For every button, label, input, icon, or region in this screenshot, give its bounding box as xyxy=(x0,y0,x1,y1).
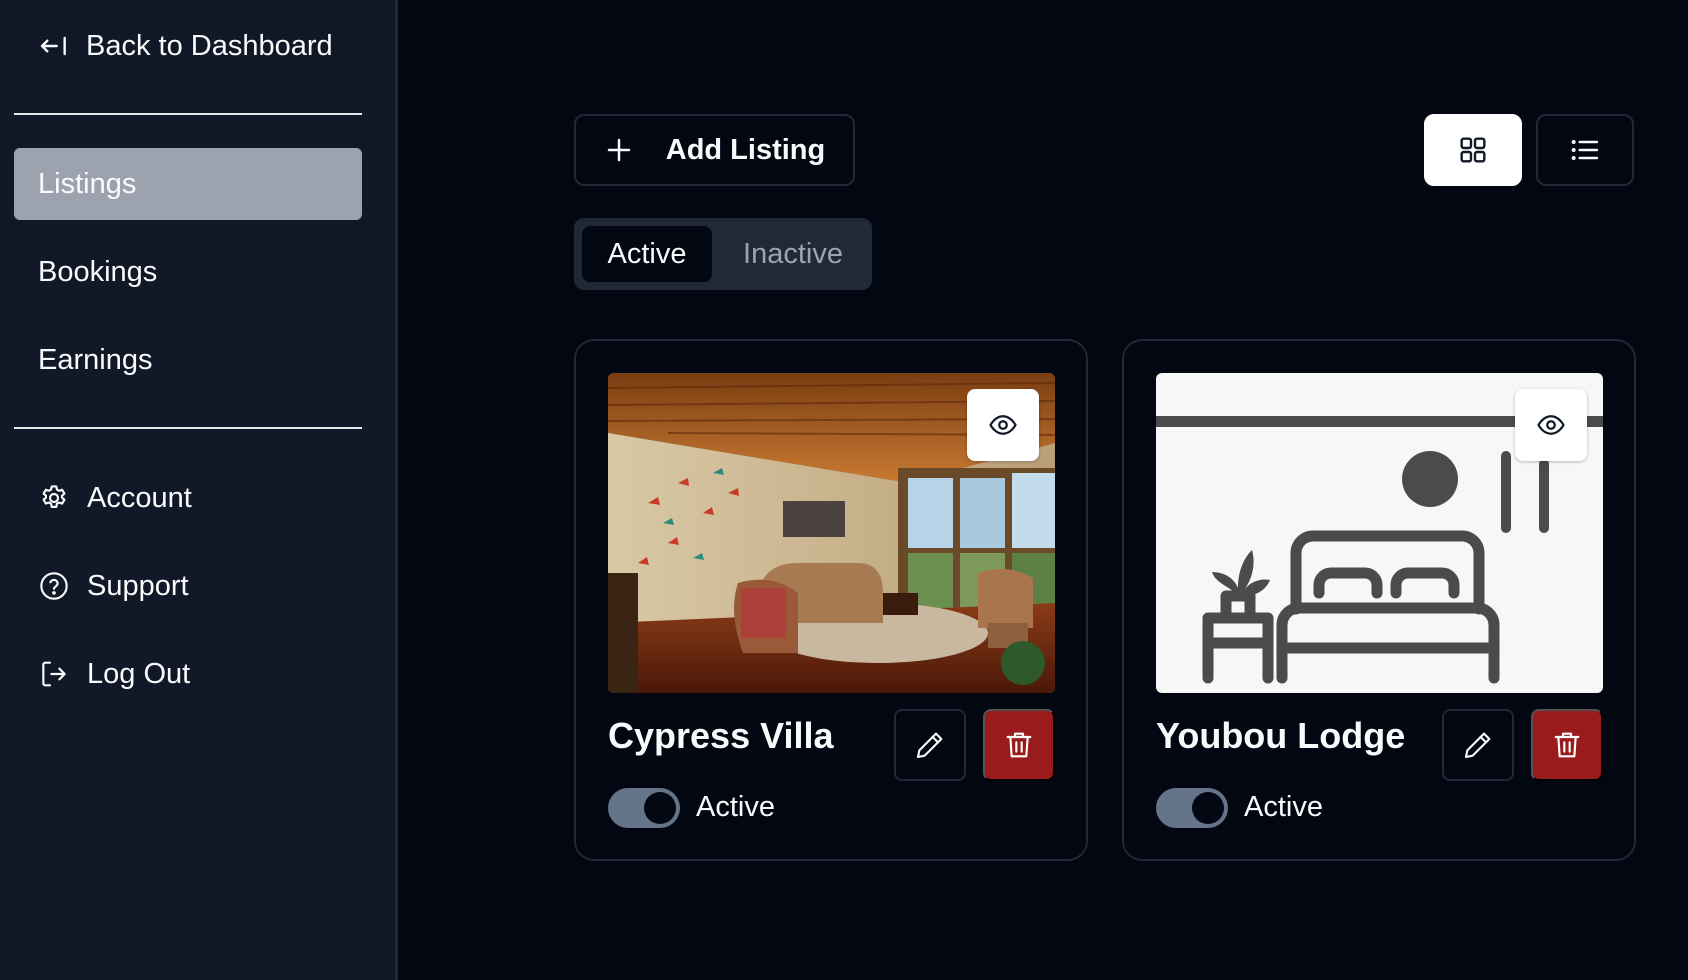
preview-button[interactable] xyxy=(967,389,1039,461)
sidebar-item-label: Bookings xyxy=(38,255,158,288)
eye-icon xyxy=(989,415,1017,435)
sidebar-item-account[interactable]: Account xyxy=(14,462,362,534)
list-icon xyxy=(1571,140,1599,160)
toggle-label: Active xyxy=(696,791,775,823)
sidebar-item-label: Listings xyxy=(38,167,137,200)
sidebar-item-support[interactable]: Support xyxy=(14,550,362,622)
gear-icon xyxy=(42,485,66,508)
sidebar-item-bookings[interactable]: Bookings xyxy=(14,236,362,308)
listing-photo xyxy=(1156,373,1603,693)
active-toggle[interactable] xyxy=(1156,788,1228,828)
edit-listing-button[interactable] xyxy=(1442,709,1514,781)
back-to-dashboard-link[interactable]: Back to Dashboard xyxy=(38,26,333,66)
logout-icon xyxy=(42,661,66,687)
back-to-dashboard-label: Back to Dashboard xyxy=(86,29,333,62)
delete-listing-button[interactable] xyxy=(1531,709,1603,781)
sidebar-divider xyxy=(14,427,362,429)
pencil-icon xyxy=(916,732,943,759)
sidebar-item-label: Support xyxy=(87,569,189,602)
trash-icon xyxy=(1006,732,1032,758)
help-circle-icon xyxy=(40,572,68,600)
pencil-icon xyxy=(1464,732,1491,759)
add-listing-button[interactable]: Add Listing xyxy=(574,114,855,186)
status-tabs: Active Inactive xyxy=(574,218,872,290)
sidebar-item-label: Log Out xyxy=(87,657,191,690)
grid-view-button[interactable] xyxy=(1424,114,1522,186)
sidebar-item-label: Account xyxy=(87,481,192,514)
sidebar-item-log-out[interactable]: Log Out xyxy=(14,638,362,710)
listing-card: Cypress Villa Active xyxy=(574,339,1088,861)
eye-icon xyxy=(1537,415,1565,435)
toggle-label: Active xyxy=(1244,791,1323,823)
sidebar-divider xyxy=(14,113,362,115)
listing-photo xyxy=(608,373,1055,693)
grid-icon xyxy=(1460,137,1486,163)
delete-listing-button[interactable] xyxy=(983,709,1055,781)
edit-listing-button[interactable] xyxy=(894,709,966,781)
arrow-left-icon xyxy=(40,36,66,56)
add-listing-label: Add Listing xyxy=(665,133,826,166)
tab-inactive[interactable]: Inactive xyxy=(724,226,862,282)
sidebar-item-earnings[interactable]: Earnings xyxy=(14,324,362,396)
tab-active[interactable]: Active xyxy=(582,226,712,282)
listing-title: Cypress Villa xyxy=(608,715,834,756)
listing-title: Youbou Lodge xyxy=(1156,715,1406,756)
list-view-button[interactable] xyxy=(1536,114,1634,186)
sidebar-item-label: Earnings xyxy=(38,343,153,376)
sidebar-item-listings[interactable]: Listings xyxy=(14,148,362,220)
sidebar: Back to Dashboard Listings Bookings Earn… xyxy=(0,0,398,980)
preview-button[interactable] xyxy=(1515,389,1587,461)
plus-icon xyxy=(607,138,630,162)
trash-icon xyxy=(1554,732,1580,758)
active-toggle[interactable] xyxy=(608,788,680,828)
listing-card: Youbou Lodge Active xyxy=(1122,339,1636,861)
